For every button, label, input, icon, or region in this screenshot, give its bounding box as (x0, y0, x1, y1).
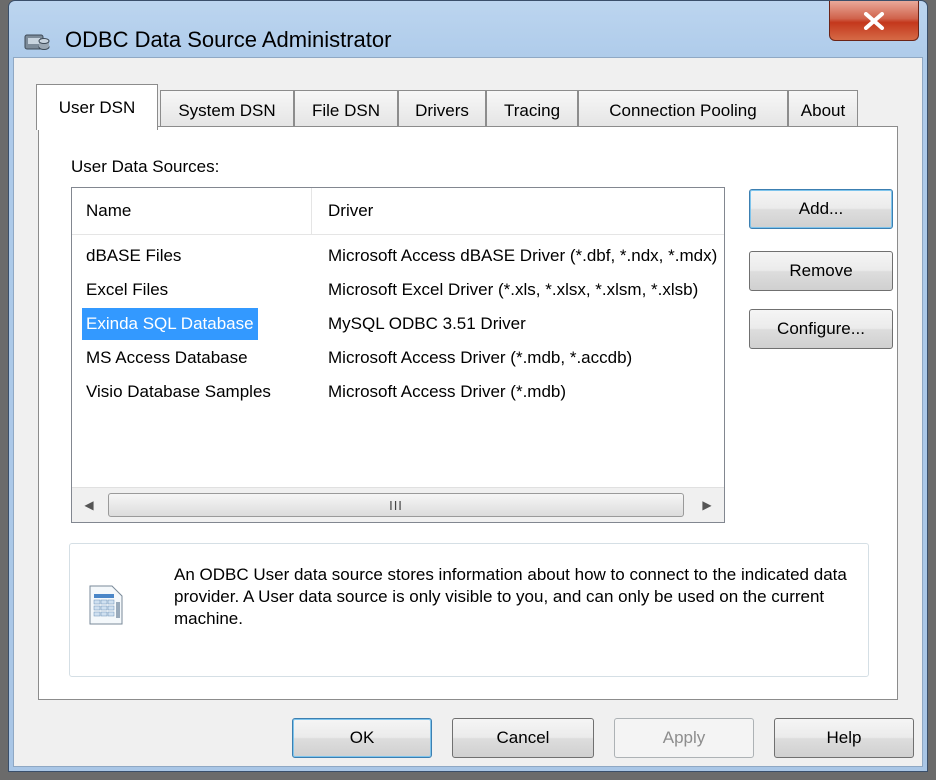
column-header-name[interactable]: Name (72, 188, 312, 234)
configure-button[interactable]: Configure... (749, 309, 893, 349)
odbc-app-icon (24, 34, 50, 50)
source-name: MS Access Database (86, 348, 248, 367)
list-item[interactable]: Excel Files Microsoft Excel Driver (*.xl… (72, 274, 724, 308)
close-icon (864, 11, 884, 30)
remove-button[interactable]: Remove (749, 251, 893, 291)
data-sources-list[interactable]: Name Driver dBASE Files Microsoft Access… (71, 187, 725, 523)
tab-system-dsn[interactable]: System DSN (160, 90, 294, 130)
list-item[interactable]: Visio Database Samples Microsoft Access … (72, 376, 724, 410)
source-name: Visio Database Samples (86, 382, 271, 401)
window-title: ODBC Data Source Administrator (65, 27, 392, 52)
column-header-driver[interactable]: Driver (312, 188, 724, 234)
source-driver: Microsoft Access dBASE Driver (*.dbf, *.… (328, 246, 718, 265)
ok-button[interactable]: OK (292, 718, 432, 758)
source-name: dBASE Files (86, 246, 182, 265)
source-name: Excel Files (86, 280, 169, 299)
tab-drivers[interactable]: Drivers (398, 90, 486, 130)
apply-button[interactable]: Apply (614, 718, 754, 758)
help-button[interactable]: Help (774, 718, 914, 758)
tab-connection-pooling[interactable]: Connection Pooling (578, 90, 788, 130)
user-dsn-panel: User Data Sources: Name Driver dBASE Fil… (38, 126, 898, 700)
tab-tracing[interactable]: Tracing (486, 90, 578, 130)
horizontal-scrollbar[interactable]: ◀ III ▶ (72, 487, 724, 522)
cancel-button[interactable]: Cancel (452, 718, 594, 758)
scroll-right-icon[interactable]: ▶ (690, 488, 724, 522)
source-driver: Microsoft Access Driver (*.mdb, *.accdb) (328, 348, 633, 367)
source-driver: Microsoft Excel Driver (*.xls, *.xlsx, *… (328, 280, 699, 299)
source-name: Exinda SQL Database (82, 308, 258, 340)
scroll-left-icon[interactable]: ◀ (72, 488, 106, 522)
dialog-window: ODBC Data Source Administrator User DSN … (8, 0, 928, 772)
add-button[interactable]: Add... (749, 189, 893, 229)
source-driver: MySQL ODBC 3.51 Driver (328, 314, 526, 333)
tab-user-dsn[interactable]: User DSN (36, 84, 158, 130)
tab-about[interactable]: About (788, 90, 858, 130)
list-header: Name Driver (72, 188, 724, 235)
dialog-content: User DSN System DSN File DSN Drivers Tra… (13, 57, 923, 767)
source-driver: Microsoft Access Driver (*.mdb) (328, 382, 567, 401)
list-item-selected[interactable]: Exinda SQL Database MySQL ODBC 3.51 Driv… (72, 308, 724, 342)
info-box: An ODBC User data source stores informat… (69, 543, 869, 677)
list-item[interactable]: dBASE Files Microsoft Access dBASE Drive… (72, 240, 724, 274)
user-data-sources-label: User Data Sources: (71, 157, 220, 176)
info-description: An ODBC User data source stores informat… (174, 565, 847, 628)
scroll-thumb[interactable]: III (108, 493, 684, 517)
scroll-grip: III (389, 497, 403, 513)
data-source-icon (89, 585, 123, 625)
tab-file-dsn[interactable]: File DSN (294, 90, 398, 130)
list-item[interactable]: MS Access Database Microsoft Access Driv… (72, 342, 724, 376)
close-button[interactable] (829, 1, 919, 41)
